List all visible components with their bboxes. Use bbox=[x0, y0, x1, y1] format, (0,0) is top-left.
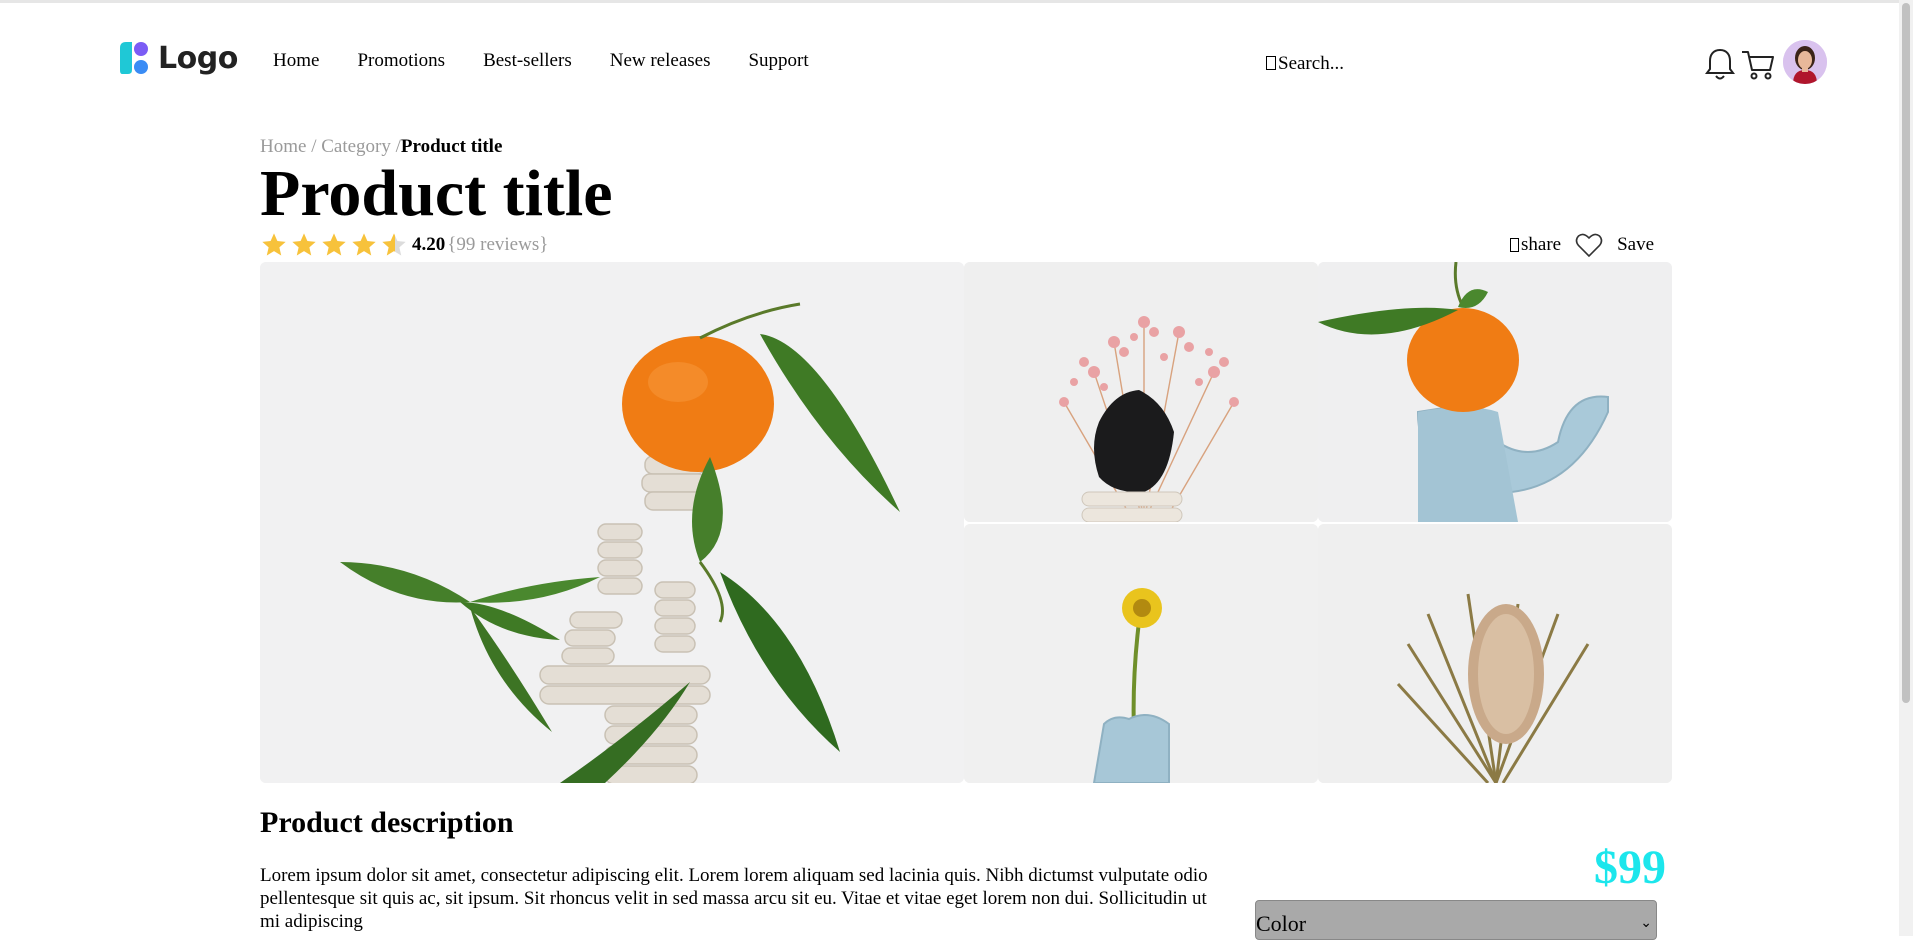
page-title: Product title bbox=[260, 157, 613, 230]
yellow-flower-photo bbox=[964, 524, 1318, 783]
logo-mark-icon bbox=[120, 42, 148, 74]
save-label: Save bbox=[1617, 234, 1655, 255]
save-button[interactable]: Save bbox=[1575, 232, 1654, 258]
nav-support[interactable]: Support bbox=[748, 50, 808, 72]
star-icon bbox=[262, 233, 286, 256]
notifications-button[interactable] bbox=[1702, 46, 1738, 82]
nav-promotions[interactable]: Promotions bbox=[357, 50, 445, 72]
cart-icon bbox=[1742, 51, 1774, 80]
breadcrumb: Home / Category /Product title bbox=[260, 136, 502, 158]
orange-blue-sculpture-photo bbox=[1318, 262, 1672, 522]
site-header: Logo Home Promotions Best-sellers New re… bbox=[0, 0, 1899, 110]
gallery-image-4[interactable] bbox=[964, 524, 1318, 783]
heart-icon bbox=[1575, 233, 1603, 258]
scrollbar-thumb[interactable] bbox=[1902, 3, 1910, 703]
gallery-image-3[interactable] bbox=[1318, 262, 1672, 522]
color-select-label: Color bbox=[1256, 911, 1307, 936]
breadcrumb-current: Product title bbox=[400, 136, 503, 157]
star-icon bbox=[292, 233, 316, 256]
avatar-image bbox=[1783, 40, 1827, 84]
product-actions: share Save bbox=[1510, 232, 1654, 258]
star-icon bbox=[322, 233, 346, 256]
orange-vase-photo bbox=[260, 262, 964, 783]
review-count[interactable]: {99 reviews} bbox=[447, 234, 548, 256]
rating-value: 4.20 bbox=[412, 234, 446, 255]
breadcrumb-category[interactable]: Category bbox=[321, 136, 391, 157]
chevron-down-icon: ⌄ bbox=[1640, 916, 1652, 931]
search-icon bbox=[1266, 56, 1276, 70]
half-star-icon bbox=[382, 233, 406, 256]
product-gallery bbox=[260, 262, 1672, 783]
gallery-image-2[interactable] bbox=[964, 262, 1318, 522]
banksia-photo bbox=[1318, 524, 1672, 783]
breadcrumb-home[interactable]: Home bbox=[260, 136, 306, 157]
product-price: $99 bbox=[1594, 841, 1666, 894]
bell-icon bbox=[1705, 48, 1735, 80]
gallery-main-image[interactable] bbox=[260, 262, 964, 783]
user-avatar[interactable] bbox=[1783, 40, 1827, 84]
pink-flowers-photo bbox=[964, 262, 1318, 522]
star-rating bbox=[260, 231, 408, 259]
gallery-image-5[interactable] bbox=[1318, 524, 1672, 783]
nav-best-sellers[interactable]: Best-sellers bbox=[483, 50, 572, 72]
logo-text: Logo bbox=[158, 40, 238, 76]
breadcrumb-separator: / bbox=[311, 136, 317, 157]
description-heading: Product description bbox=[260, 806, 514, 839]
page-scrollbar[interactable] bbox=[1899, 0, 1913, 936]
nav-home[interactable]: Home bbox=[273, 50, 319, 72]
color-select[interactable]: Color ⌄ bbox=[1255, 900, 1657, 940]
main-nav: Home Promotions Best-sellers New release… bbox=[273, 50, 847, 72]
description-text: Lorem ipsum dolor sit amet, consectetur … bbox=[260, 865, 1208, 932]
nav-new-releases[interactable]: New releases bbox=[610, 50, 711, 72]
cart-button[interactable] bbox=[1740, 46, 1776, 82]
share-button[interactable]: share bbox=[1510, 234, 1561, 256]
search-input[interactable] bbox=[1278, 52, 1538, 76]
logo[interactable]: Logo bbox=[118, 40, 238, 76]
share-icon bbox=[1510, 238, 1519, 252]
star-icon bbox=[352, 233, 376, 256]
share-label: share bbox=[1521, 234, 1562, 255]
product-rating: 4.20 {99 reviews} bbox=[260, 232, 548, 258]
